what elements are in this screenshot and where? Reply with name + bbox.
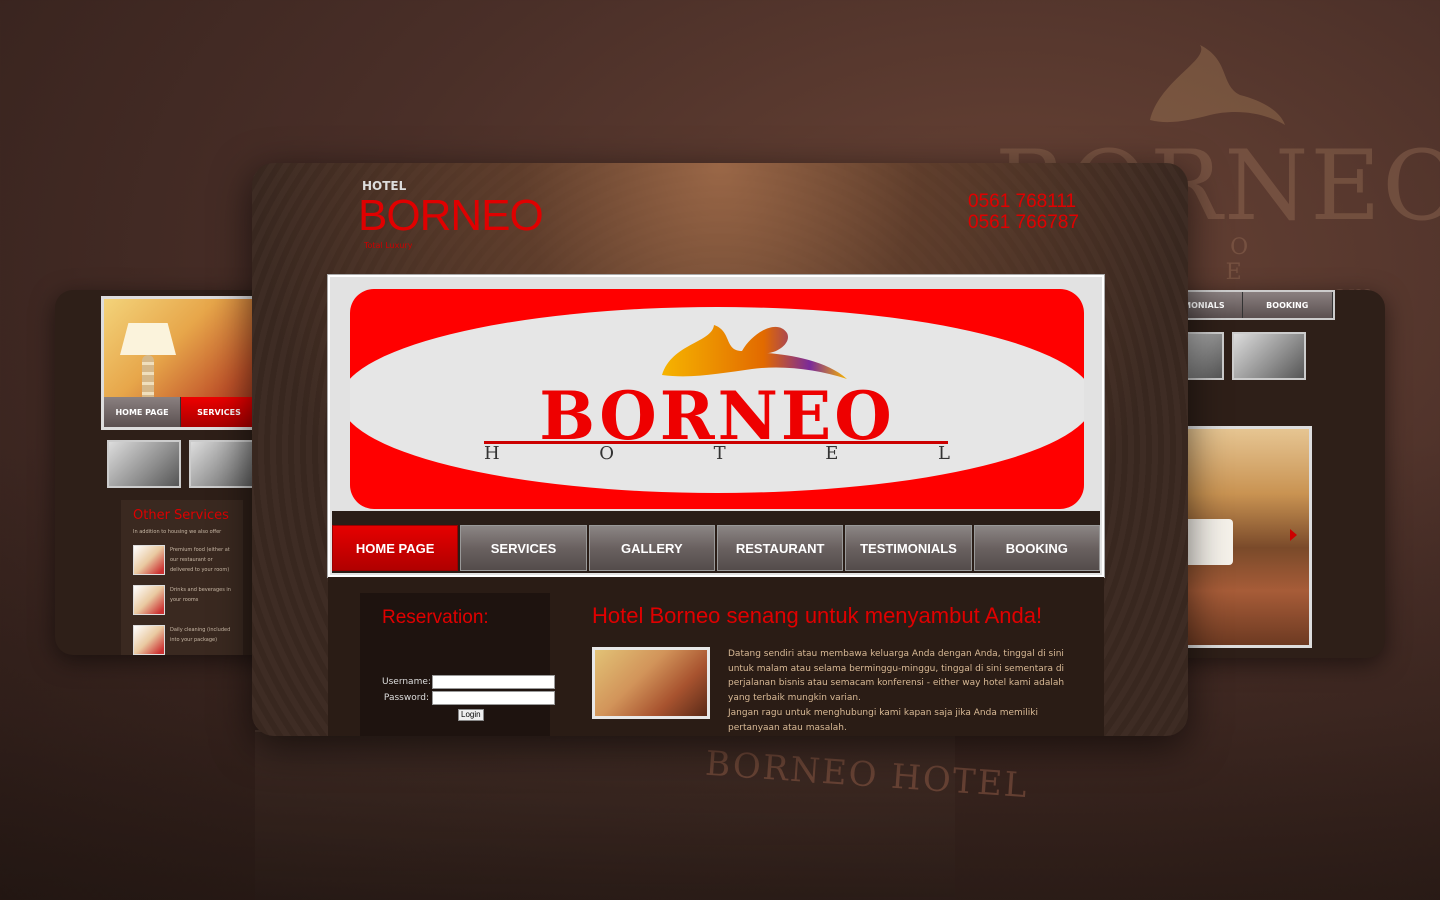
left-preview-tab-services[interactable]: SERVICES	[181, 397, 258, 427]
hero-subtitle-letter: T	[713, 443, 726, 464]
room-thumbnail[interactable]	[107, 440, 181, 488]
nav-home-page[interactable]: HOME PAGE	[332, 525, 459, 571]
service-item: Daily cleaning (included into your packa…	[133, 625, 231, 655]
main-nav: HOME PAGE SERVICES GALLERY RESTAURANT TE…	[332, 511, 1100, 573]
next-arrow-icon[interactable]	[1290, 529, 1297, 541]
reservation-box: Reservation: Username: Password: Login	[360, 593, 555, 736]
password-input[interactable]	[432, 691, 555, 705]
left-preview-room-photo: HOME PAGE SERVICES	[101, 296, 261, 430]
nav-testimonials[interactable]: TESTIMONIALS	[845, 525, 972, 571]
hero-subtitle-letter: L	[938, 443, 950, 464]
hero-subtitle-letter: H	[484, 443, 500, 464]
password-label: Password:	[383, 693, 429, 703]
password-row: Password:	[382, 691, 555, 705]
nav-services[interactable]: SERVICES	[460, 525, 587, 571]
service-item: Drinks and beverages in your rooms	[133, 585, 231, 615]
hero-banner-frame: BORNEO H O T E L HOME PAGE SERVICES GALL…	[328, 275, 1104, 577]
hero-subtitle-letter: E	[825, 443, 839, 464]
nav-booking[interactable]: BOOKING	[973, 525, 1100, 571]
food-icon	[133, 545, 165, 575]
left-preview-panel: HOME PAGE SERVICES Other Services In add…	[55, 290, 285, 655]
drinks-icon	[133, 585, 165, 615]
lamp-base	[142, 355, 154, 403]
service-item-text: Drinks and beverages in your rooms	[170, 587, 231, 603]
other-services-box: Other Services In addition to housing we…	[121, 500, 243, 655]
room-thumbnail[interactable]	[1232, 332, 1306, 380]
service-item: Premium food (either at our restaurant o…	[133, 545, 231, 575]
other-services-intro: In addition to housing we also offer	[133, 529, 222, 535]
content-area: Reservation: Username: Password: Login H…	[328, 577, 1104, 736]
login-button[interactable]: Login	[458, 709, 484, 721]
flame-logo-icon	[662, 325, 847, 379]
nav-restaurant[interactable]: RESTAURANT	[716, 525, 844, 571]
cleaning-icon	[133, 625, 165, 655]
phone-numbers: 0561 768111 0561 766787	[968, 191, 1079, 233]
welcome-paragraph: Jangan ragu untuk menghubungi kami kapan…	[728, 707, 1039, 733]
left-preview-nav: HOME PAGE SERVICES	[104, 397, 258, 427]
welcome-room-photo	[592, 647, 710, 719]
phone-number: 0561 766787	[968, 212, 1079, 233]
brand-name[interactable]: BORNEO	[358, 191, 544, 241]
brand-tagline: Total Luxury	[364, 241, 413, 250]
left-preview-tab-home[interactable]: HOME PAGE	[104, 397, 181, 427]
username-row: Username:	[382, 675, 555, 689]
phone-number: 0561 768111	[968, 191, 1077, 212]
main-site-preview: H O T E L BORNEO Total Luxury 0561 768111 05…	[252, 163, 1188, 736]
service-item-text: Daily cleaning (included into your packa…	[170, 627, 231, 643]
right-preview-tab-booking[interactable]: BOOKING	[1242, 292, 1333, 318]
hero-logo-banner: BORNEO H O T E L	[350, 289, 1084, 509]
hero-logo-subtitle: H O T E L	[482, 443, 952, 464]
hero-subtitle-letter: O	[599, 443, 615, 464]
reservation-title: Reservation:	[382, 607, 489, 628]
nav-gallery[interactable]: GALLERY	[588, 525, 715, 571]
username-label: Username:	[382, 677, 431, 687]
service-item-text: Premium food (either at our restaurant o…	[170, 547, 230, 573]
welcome-title: Hotel Borneo senang untuk menyambut Anda…	[592, 603, 1043, 628]
username-input[interactable]	[432, 675, 555, 689]
lamp-shade	[120, 323, 176, 355]
left-preview-thumbnails	[107, 440, 263, 488]
welcome-paragraph: Datang sendiri atau membawa keluarga And…	[728, 649, 1065, 704]
other-services-title: Other Services	[133, 508, 229, 523]
flame-logo-icon	[1150, 45, 1285, 125]
welcome-text: Datang sendiri atau membawa keluarga And…	[728, 647, 1078, 735]
